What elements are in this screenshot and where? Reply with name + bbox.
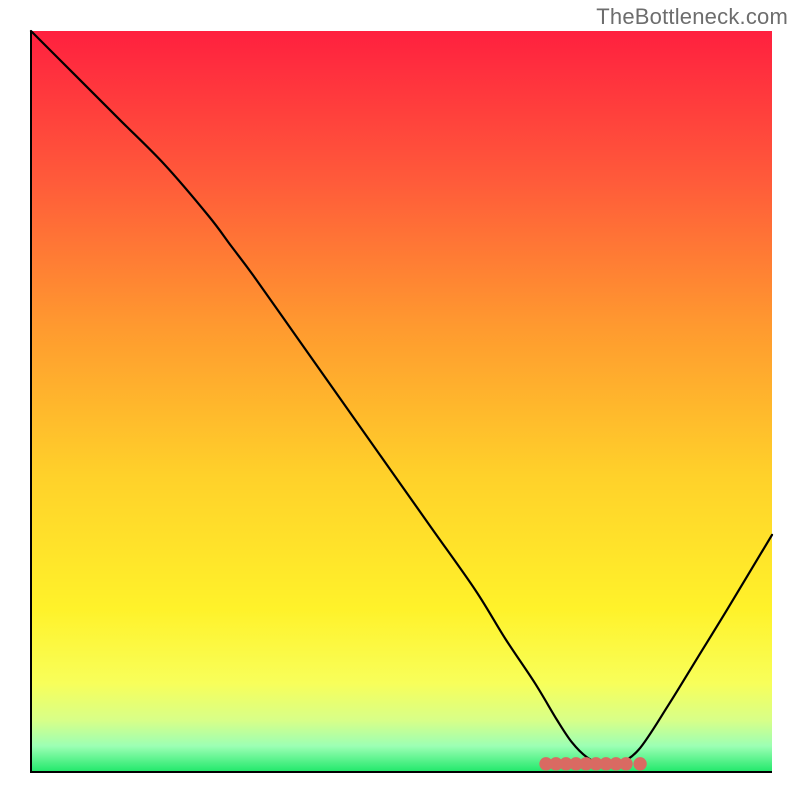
chart-container: TheBottleneck.com bbox=[0, 0, 800, 800]
watermark: TheBottleneck.com bbox=[596, 4, 788, 30]
bottleneck-chart bbox=[0, 0, 800, 800]
optimum-marker bbox=[539, 757, 646, 770]
